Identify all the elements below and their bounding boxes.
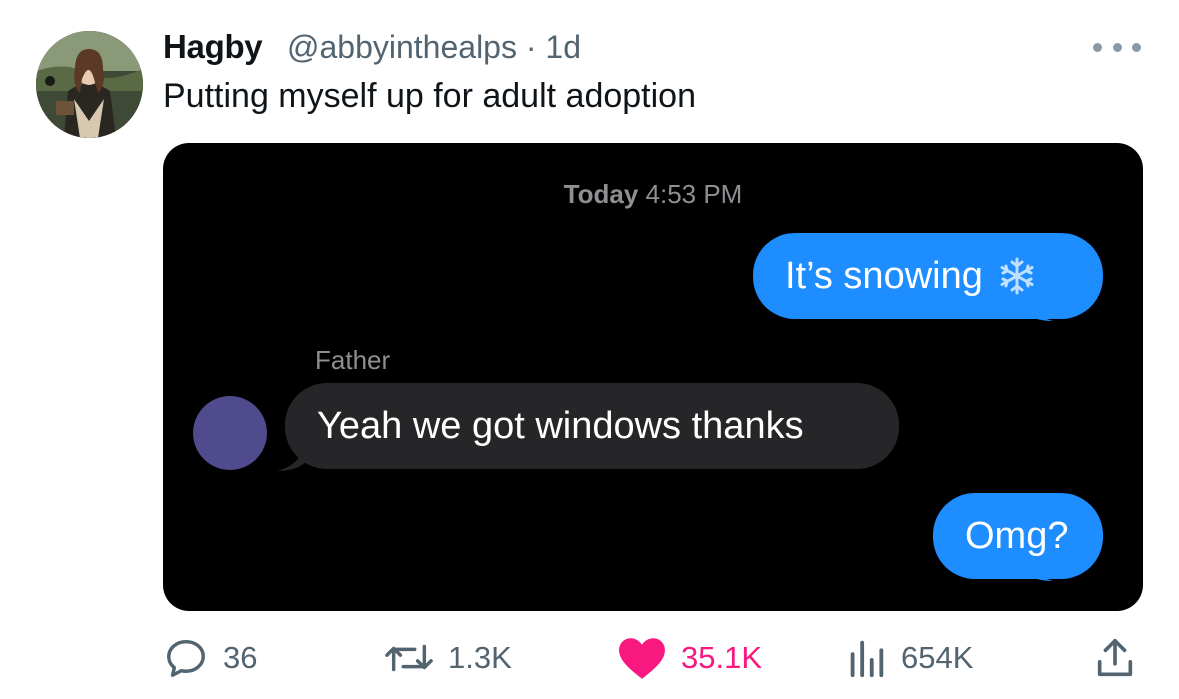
separator-dot: · (525, 29, 537, 65)
message-timestamp: Today 4:53 PM (163, 179, 1143, 210)
view-count: 654K (901, 640, 974, 675)
incoming-message-bubble: Yeah we got windows thanks (285, 383, 899, 469)
message-text: Yeah we got windows thanks (317, 404, 804, 447)
like-button[interactable]: 35.1K (617, 630, 762, 686)
message-text: It’s snowing (785, 254, 983, 297)
reply-button[interactable]: 36 (163, 630, 257, 686)
handle-and-age[interactable]: @abbyinthealps · 1d (287, 29, 581, 66)
more-horizontal-icon[interactable] (1093, 32, 1141, 62)
bubble-tail (1025, 293, 1053, 321)
timestamp-time: 4:53 PM (645, 179, 743, 209)
share-button[interactable] (1092, 630, 1138, 686)
snowflake-icon (997, 256, 1037, 296)
retweet-icon (385, 644, 433, 672)
like-count: 35.1K (681, 640, 763, 675)
sender-avatar (193, 396, 267, 470)
outgoing-message-bubble: Omg? (933, 493, 1103, 579)
tweet-text: Putting myself up for adult adoption (163, 77, 696, 115)
display-name[interactable]: Hagby (163, 28, 263, 66)
share-icon (1097, 638, 1133, 677)
retweet-count: 1.3K (448, 640, 512, 675)
tweet-actions-bar: 36 1.3K 35.1K 654K (0, 630, 1179, 686)
heart-icon (619, 638, 665, 679)
views-button[interactable]: 654K (845, 630, 973, 686)
user-handle[interactable]: @abbyinthealps (287, 29, 517, 65)
bubble-tail (1025, 553, 1053, 581)
retweet-button[interactable]: 1.3K (384, 630, 512, 686)
tweet-media-image[interactable]: Today 4:53 PM It’s snowing Father Yeah w… (163, 143, 1143, 611)
reply-count: 36 (223, 640, 258, 675)
analytics-icon (850, 640, 884, 678)
timestamp-day: Today (563, 179, 639, 209)
user-avatar[interactable] (36, 31, 143, 138)
reply-icon (167, 639, 205, 677)
sender-name: Father (315, 345, 391, 375)
tweet-age[interactable]: 1d (545, 29, 581, 65)
message-text: Omg? (965, 514, 1069, 557)
